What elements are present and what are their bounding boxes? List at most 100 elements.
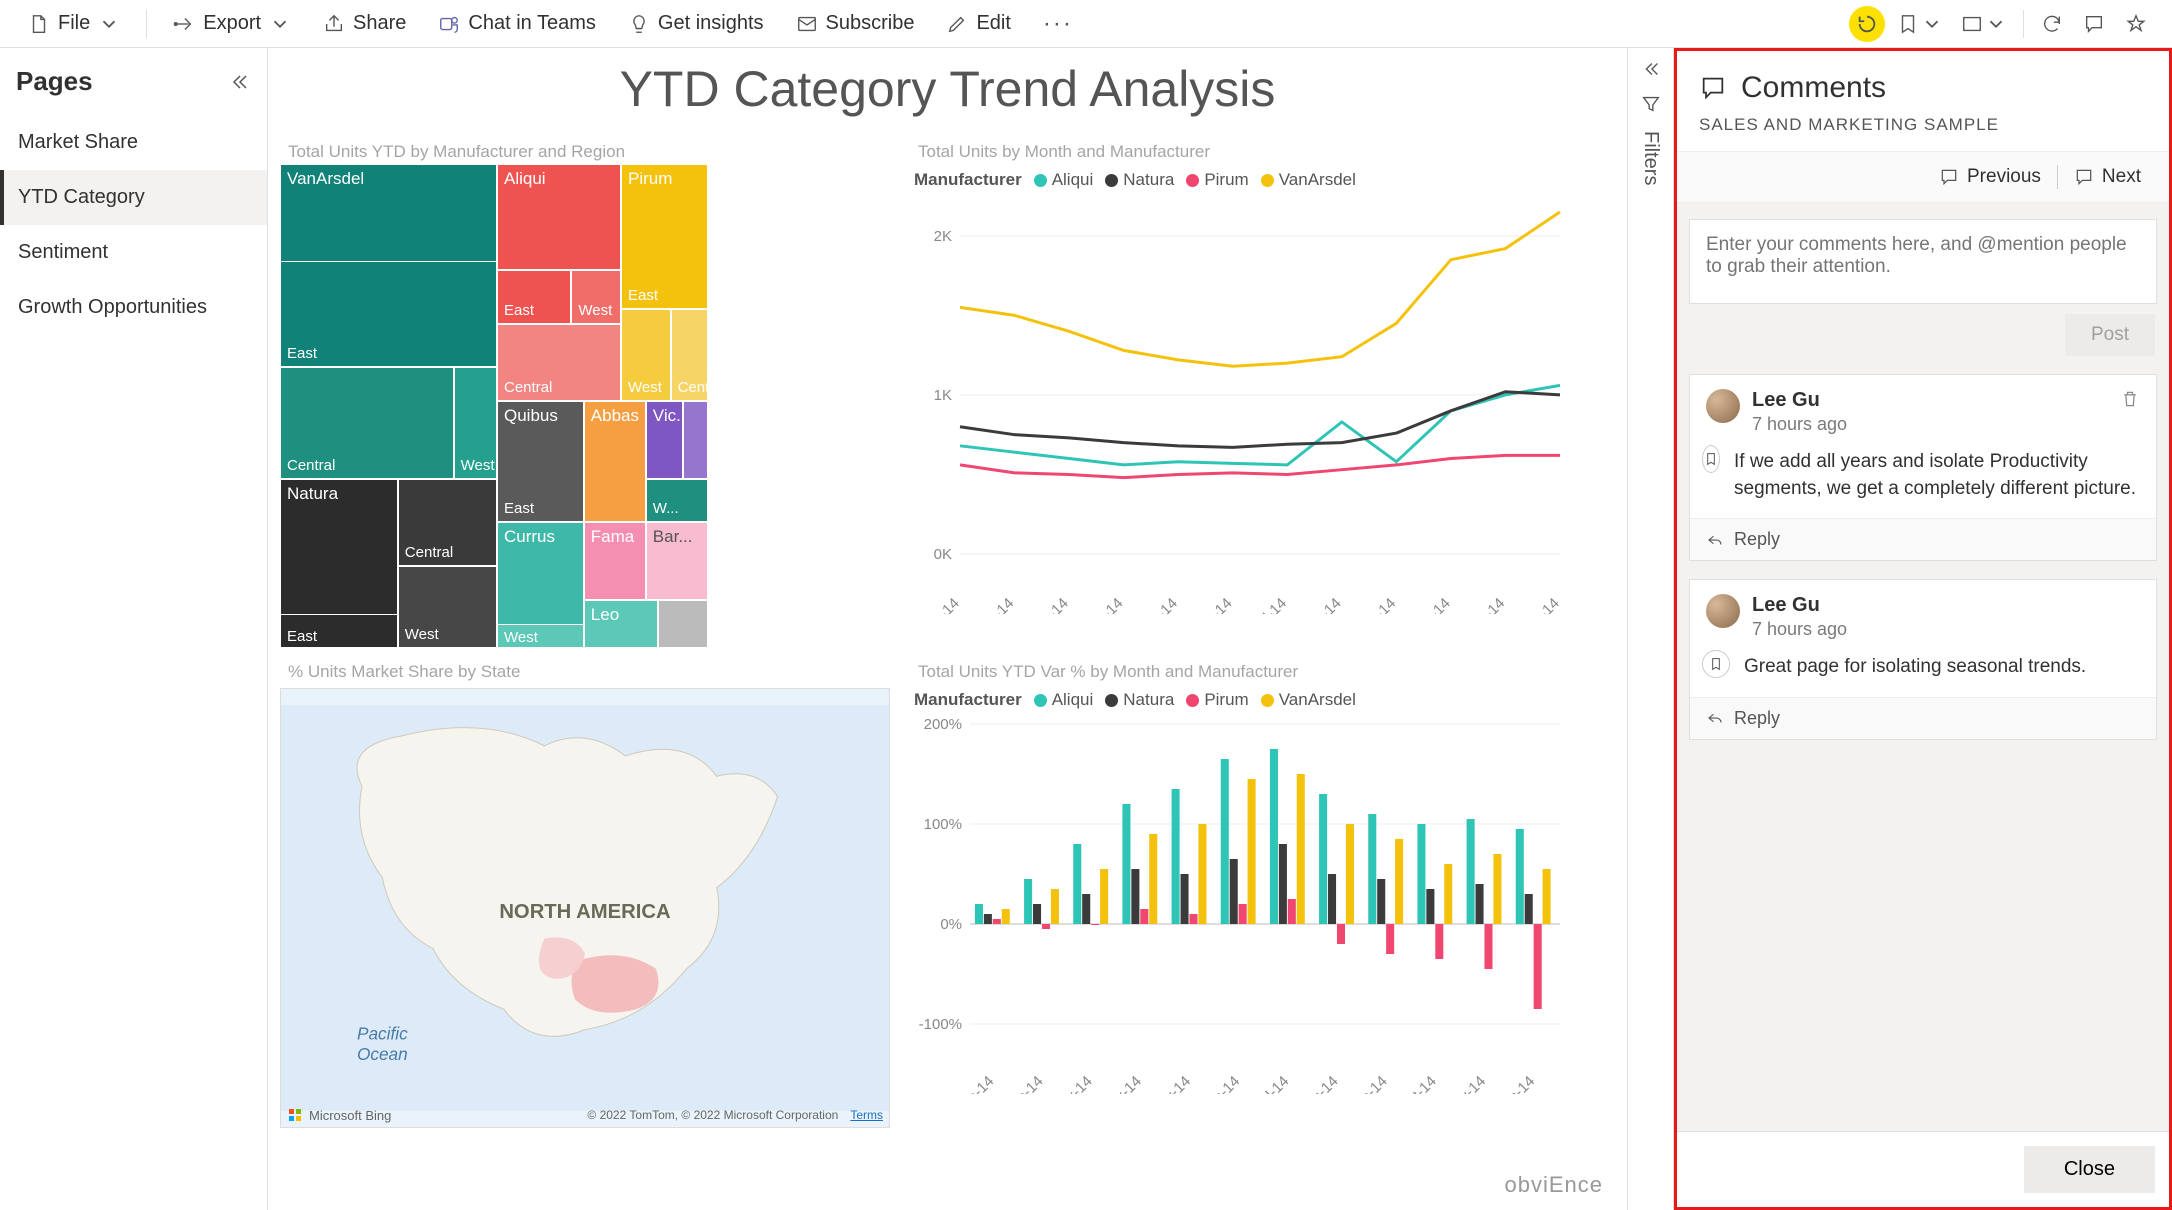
reset-button[interactable]	[1849, 6, 1885, 42]
svg-text:200%: 200%	[924, 716, 962, 733]
svg-text:Jan-14: Jan-14	[953, 1073, 997, 1094]
svg-text:Jul-14: Jul-14	[1249, 595, 1290, 614]
svg-text:Mar-14: Mar-14	[1050, 1073, 1096, 1094]
report-canvas: YTD Category Trend Analysis Total Units …	[268, 48, 1628, 1210]
svg-text:0K: 0K	[934, 546, 952, 563]
reply-button[interactable]: Reply	[1690, 518, 2156, 560]
file-icon	[28, 13, 50, 35]
comment-text: Great page for isolating seasonal trends…	[1730, 646, 2104, 697]
chevron-left-double-icon	[1640, 58, 1662, 80]
get-insights-button[interactable]: Get insights	[618, 6, 774, 41]
filters-pane-collapsed: Filters	[1628, 48, 1674, 1210]
viz-title: Total Units YTD Var % by Month and Manuf…	[910, 658, 1590, 684]
viz-title: Total Units by Month and Manufacturer	[910, 138, 1590, 164]
map-terms-link[interactable]: Terms	[850, 1108, 883, 1122]
comments-subtitle: SALES AND MARKETING SAMPLE	[1677, 111, 2169, 151]
favorite-button[interactable]	[2118, 6, 2154, 42]
reply-icon	[1706, 531, 1724, 549]
map-svg: NORTH AMERICA Pacific Ocean	[281, 689, 889, 1127]
page-item-growth-opportunities[interactable]: Growth Opportunities	[0, 280, 267, 335]
avatar	[1706, 594, 1740, 628]
reply-button[interactable]: Reply	[1690, 697, 2156, 739]
refresh-button[interactable]	[2034, 6, 2070, 42]
more-button[interactable]: ···	[1033, 4, 1083, 44]
comment-card: Lee Gu 7 hours ago If we add all years a…	[1689, 374, 2157, 561]
comment-button[interactable]	[2076, 6, 2112, 42]
viz-treemap[interactable]: Total Units YTD by Manufacturer and Regi…	[280, 138, 900, 648]
teams-icon	[438, 13, 460, 35]
map-body: NORTH AMERICA Pacific Ocean Microsoft Bi…	[280, 688, 890, 1128]
svg-text:Sep-14: Sep-14	[1353, 595, 1399, 614]
bing-icon	[287, 1107, 303, 1123]
star-icon	[2125, 13, 2147, 35]
edit-button[interactable]: Edit	[936, 6, 1020, 41]
share-button[interactable]: Share	[313, 6, 416, 41]
svg-text:May-14: May-14	[1147, 1073, 1194, 1094]
trash-icon	[2120, 389, 2140, 409]
bar-body: Manufacturer Aliqui Natura Pirum VanArsd…	[910, 684, 1590, 1138]
comments-title: Comments	[1741, 71, 1886, 105]
subscribe-button[interactable]: Subscribe	[786, 6, 925, 41]
svg-text:Jul-14: Jul-14	[1251, 1073, 1292, 1094]
viz-map[interactable]: % Units Market Share by State NORTH AMER…	[280, 658, 900, 1138]
svg-text:100%: 100%	[924, 816, 962, 833]
chat-teams-button[interactable]: Chat in Teams	[428, 6, 605, 41]
comment-input[interactable]	[1690, 220, 2156, 300]
comment-author: Lee Gu	[1752, 594, 1847, 617]
svg-text:NORTH AMERICA: NORTH AMERICA	[499, 901, 671, 923]
svg-text:Oct-14: Oct-14	[1410, 595, 1454, 614]
svg-text:-100%: -100%	[919, 1016, 962, 1033]
refresh-icon	[2041, 13, 2063, 35]
viz-line[interactable]: Total Units by Month and Manufacturer Ma…	[910, 138, 1590, 648]
next-comment-button[interactable]: Next	[2068, 162, 2147, 192]
comment-card: Lee Gu 7 hours ago Great page for isolat…	[1689, 579, 2157, 740]
svg-text:Dec-14: Dec-14	[1492, 1073, 1538, 1094]
svg-text:Ocean: Ocean	[357, 1044, 408, 1064]
bookmark-comment-button[interactable]	[1702, 650, 1730, 678]
bar-legend: Manufacturer Aliqui Natura Pirum VanArsd…	[910, 684, 1590, 714]
report-footer: obviEnce	[1504, 1172, 1603, 1198]
view-icon	[1961, 13, 1983, 35]
bookmark-comment-button[interactable]	[1702, 445, 1720, 473]
collapse-sidebar-icon[interactable]	[227, 70, 251, 94]
svg-text:May-14: May-14	[1134, 595, 1181, 614]
expand-filters-button[interactable]	[1640, 58, 1662, 83]
view-dropdown[interactable]	[1955, 6, 2013, 42]
svg-text:Apr-14: Apr-14	[1101, 1073, 1145, 1094]
chevron-down-icon	[1985, 13, 2007, 35]
line-legend: Manufacturer Aliqui Natura Pirum VanArsd…	[910, 164, 1590, 194]
svg-text:Aug-14: Aug-14	[1298, 595, 1344, 614]
pages-sidebar: Pages Market Share YTD Category Sentimen…	[0, 48, 268, 1210]
bookmark-icon	[1703, 451, 1719, 467]
previous-comment-button[interactable]: Previous	[1933, 162, 2047, 192]
post-button[interactable]: Post	[2065, 314, 2155, 356]
page-item-market-share[interactable]: Market Share	[0, 115, 267, 170]
page-item-ytd-category[interactable]: YTD Category	[0, 170, 267, 225]
close-button[interactable]: Close	[2024, 1146, 2155, 1193]
viz-title: Total Units YTD by Manufacturer and Regi…	[280, 138, 900, 164]
page-item-sentiment[interactable]: Sentiment	[0, 225, 267, 280]
delete-comment-button[interactable]	[2120, 389, 2140, 412]
treemap-cells: VanArsdel East Central West Natura Centr…	[280, 164, 900, 648]
svg-text:Oct-14: Oct-14	[1396, 1073, 1440, 1094]
svg-text:Jun-14: Jun-14	[1191, 595, 1235, 614]
svg-text:Nov-14: Nov-14	[1443, 1073, 1489, 1094]
bookmark-dropdown[interactable]	[1891, 6, 1949, 42]
export-menu[interactable]: Export	[163, 6, 301, 41]
share-icon	[323, 13, 345, 35]
line-body: Manufacturer Aliqui Natura Pirum VanArsd…	[910, 164, 1590, 648]
svg-text:Nov-14: Nov-14	[1462, 595, 1508, 614]
filters-label: Filters	[1639, 131, 1662, 185]
viz-bar[interactable]: Total Units YTD Var % by Month and Manuf…	[910, 658, 1590, 1138]
avatar	[1706, 389, 1740, 423]
comments-panel: Comments SALES AND MARKETING SAMPLE Prev…	[1674, 48, 2172, 1210]
export-icon	[173, 13, 195, 35]
file-menu[interactable]: File	[18, 6, 130, 41]
svg-text:1K: 1K	[934, 387, 952, 404]
svg-text:Aug-14: Aug-14	[1295, 1073, 1341, 1094]
report-title: YTD Category Trend Analysis	[268, 48, 1627, 128]
svg-text:Feb-14: Feb-14	[1001, 1073, 1047, 1094]
comment-icon	[1699, 74, 1727, 102]
reset-icon	[1856, 13, 1878, 35]
chevron-down-icon	[98, 13, 120, 35]
